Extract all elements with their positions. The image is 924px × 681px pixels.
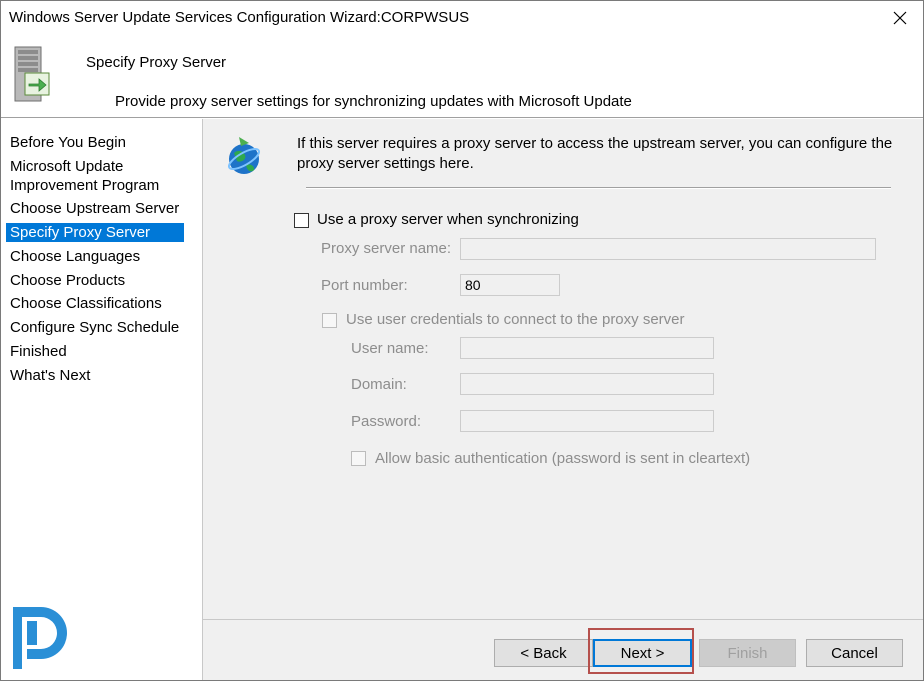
server-update-icon xyxy=(14,46,50,102)
username-field[interactable] xyxy=(460,337,714,359)
proxy-name-field[interactable] xyxy=(460,238,876,260)
step-choose-products[interactable]: Choose Products xyxy=(6,271,184,290)
port-field[interactable]: 80 xyxy=(460,274,560,296)
step-choose-classifications[interactable]: Choose Classifications xyxy=(6,294,184,313)
close-button[interactable] xyxy=(877,1,923,35)
password-label: Password: xyxy=(351,413,422,430)
basic-auth-label: Allow basic authentication (password is … xyxy=(375,450,751,467)
step-before-you-begin[interactable]: Before You Begin xyxy=(6,133,184,152)
domain-label: Domain: xyxy=(351,376,407,393)
proxy-name-label: Proxy server name: xyxy=(321,240,452,257)
footer-buttons: < Back Next > Finish Cancel xyxy=(203,620,923,680)
wizard-header: Specify Proxy Server Provide proxy serve… xyxy=(1,35,923,117)
content-panel: If this server requires a proxy server t… xyxy=(203,119,923,619)
back-button[interactable]: < Back xyxy=(494,639,593,667)
wizard-window: Windows Server Update Services Configura… xyxy=(0,0,924,681)
step-choose-upstream-server[interactable]: Choose Upstream Server xyxy=(6,199,184,218)
step-configure-sync-schedule[interactable]: Configure Sync Schedule xyxy=(6,318,184,337)
content-divider xyxy=(306,187,891,189)
step-whats-next[interactable]: What's Next xyxy=(6,366,184,385)
step-choose-languages[interactable]: Choose Languages xyxy=(6,247,184,266)
step-finished[interactable]: Finished xyxy=(6,342,184,361)
use-proxy-label: Use a proxy server when synchronizing xyxy=(317,211,579,228)
domain-field[interactable] xyxy=(460,373,714,395)
password-field[interactable] xyxy=(460,410,714,432)
use-credentials-checkbox[interactable] xyxy=(322,313,337,328)
cancel-button[interactable]: Cancel xyxy=(806,639,903,667)
finish-button[interactable]: Finish xyxy=(699,639,796,667)
proxy-description: If this server requires a proxy server t… xyxy=(297,135,893,172)
step-microsoft-update[interactable]: Microsoft Update xyxy=(6,157,184,176)
next-button[interactable]: Next > xyxy=(593,639,692,667)
prajwal-logo-icon xyxy=(13,607,67,669)
globe-icon xyxy=(227,137,261,174)
step-specify-proxy-server[interactable]: Specify Proxy Server xyxy=(6,223,184,242)
title-bar: Windows Server Update Services Configura… xyxy=(1,1,923,35)
basic-auth-checkbox[interactable] xyxy=(351,451,366,466)
page-subheading: Provide proxy server settings for synchr… xyxy=(115,93,632,110)
wizard-steps-panel: Before You Begin Microsoft Update Improv… xyxy=(1,119,202,680)
username-label: User name: xyxy=(351,340,429,357)
step-improvement-program[interactable]: Improvement Program xyxy=(6,176,184,195)
use-credentials-label: Use user credentials to connect to the p… xyxy=(346,311,685,328)
window-title: Windows Server Update Services Configura… xyxy=(9,9,470,26)
use-proxy-checkbox[interactable] xyxy=(294,213,309,228)
page-heading: Specify Proxy Server xyxy=(86,54,227,71)
close-icon xyxy=(893,11,907,25)
port-label: Port number: xyxy=(321,277,408,294)
